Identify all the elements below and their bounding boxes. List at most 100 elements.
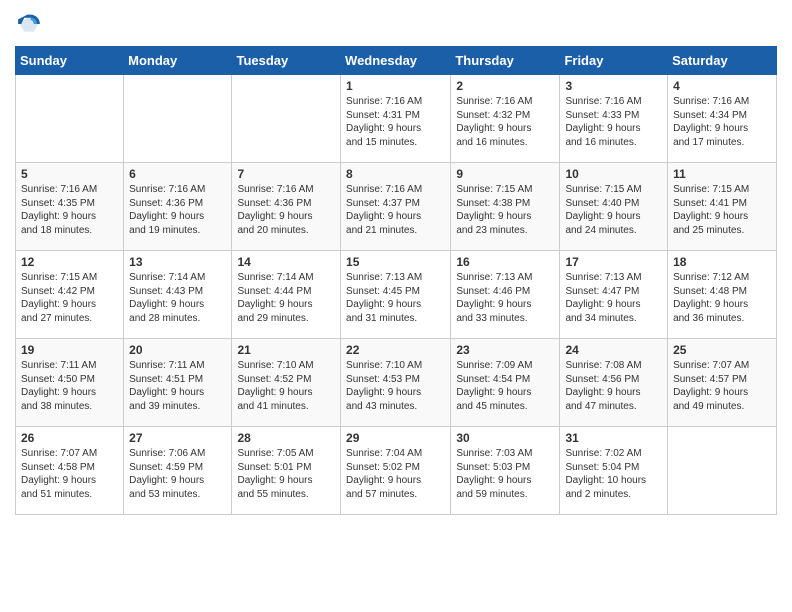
calendar-cell: 28 Sunrise: 7:05 AM Sunset: 5:01 PM Dayli…: [232, 427, 341, 515]
calendar-cell: 30 Sunrise: 7:03 AM Sunset: 5:03 PM Dayli…: [451, 427, 560, 515]
day-number: 2: [456, 79, 554, 93]
day-number: 13: [129, 255, 226, 269]
calendar-cell: 8Sunrise: 7:16 AM Sunset: 4:37 PM Daylig…: [341, 163, 451, 251]
day-number: 14: [237, 255, 335, 269]
day-number: 22: [346, 343, 445, 357]
day-number: 1: [346, 79, 445, 93]
weekday-header-row: SundayMondayTuesdayWednesdayThursdayFrid…: [16, 47, 777, 75]
day-number: 7: [237, 167, 335, 181]
day-info: Sunrise: 7:12 AM Sunset: 4:48 PM Dayligh…: [673, 271, 771, 325]
logo: [15, 10, 47, 38]
day-number: 29: [346, 431, 445, 445]
calendar-cell: 3Sunrise: 7:16 AM Sunset: 4:33 PM Daylig…: [560, 75, 668, 163]
day-number: 4: [673, 79, 771, 93]
day-info: Sunrise: 7:03 AM Sunset: 5:03 PM Dayligh…: [456, 447, 554, 501]
day-number: 19: [21, 343, 118, 357]
day-info: Sunrise: 7:05 AM Sunset: 5:01 PM Dayligh…: [237, 447, 335, 501]
day-number: 12: [21, 255, 118, 269]
day-number: 5: [21, 167, 118, 181]
calendar-cell: 20Sunrise: 7:11 AM Sunset: 4:51 PM Dayli…: [124, 339, 232, 427]
day-info: Sunrise: 7:16 AM Sunset: 4:31 PM Dayligh…: [346, 95, 445, 149]
calendar-cell: 6 Sunrise: 7:16 AM Sunset: 4:36 PM Daylig…: [124, 163, 232, 251]
calendar-week-row: 12 Sunrise: 7:15 AM Sunset: 4:42 PM Dayli…: [16, 251, 777, 339]
calendar-cell: [124, 75, 232, 163]
calendar-cell: [232, 75, 341, 163]
day-info: Sunrise: 7:16 AM Sunset: 4:32 PM Dayligh…: [456, 95, 554, 149]
day-info: Sunrise: 7:10 AM Sunset: 4:53 PM Dayligh…: [346, 359, 445, 413]
day-number: 11: [673, 167, 771, 181]
weekday-header-thursday: Thursday: [451, 47, 560, 75]
day-info: Sunrise: 7:13 AM Sunset: 4:46 PM Dayligh…: [456, 271, 554, 325]
day-number: 9: [456, 167, 554, 181]
calendar-cell: 10 Sunrise: 7:15 AM Sunset: 4:40 PM Dayli…: [560, 163, 668, 251]
weekday-header-wednesday: Wednesday: [341, 47, 451, 75]
day-info: Sunrise: 7:04 AM Sunset: 5:02 PM Dayligh…: [346, 447, 445, 501]
calendar-cell: 19 Sunrise: 7:11 AM Sunset: 4:50 PM Dayli…: [16, 339, 124, 427]
day-info: Sunrise: 7:16 AM Sunset: 4:36 PM Dayligh…: [237, 183, 335, 237]
calendar-cell: 11 Sunrise: 7:15 AM Sunset: 4:41 PM Dayli…: [668, 163, 777, 251]
calendar-cell: 24 Sunrise: 7:08 AM Sunset: 4:56 PM Dayli…: [560, 339, 668, 427]
day-info: Sunrise: 7:15 AM Sunset: 4:41 PM Dayligh…: [673, 183, 771, 237]
day-info: Sunrise: 7:14 AM Sunset: 4:43 PM Dayligh…: [129, 271, 226, 325]
logo-icon: [15, 10, 43, 38]
day-number: 18: [673, 255, 771, 269]
day-info: Sunrise: 7:15 AM Sunset: 4:38 PM Dayligh…: [456, 183, 554, 237]
calendar-cell: 31Sunrise: 7:02 AM Sunset: 5:04 PM Dayli…: [560, 427, 668, 515]
day-number: 20: [129, 343, 226, 357]
calendar-cell: 25 Sunrise: 7:07 AM Sunset: 4:57 PM Dayli…: [668, 339, 777, 427]
calendar-cell: 13 Sunrise: 7:14 AM Sunset: 4:43 PM Dayli…: [124, 251, 232, 339]
day-number: 16: [456, 255, 554, 269]
day-info: Sunrise: 7:10 AM Sunset: 4:52 PM Dayligh…: [237, 359, 335, 413]
day-info: Sunrise: 7:16 AM Sunset: 4:37 PM Dayligh…: [346, 183, 445, 237]
day-number: 31: [565, 431, 662, 445]
calendar-cell: 1 Sunrise: 7:16 AM Sunset: 4:31 PM Daylig…: [341, 75, 451, 163]
day-info: Sunrise: 7:08 AM Sunset: 4:56 PM Dayligh…: [565, 359, 662, 413]
day-number: 15: [346, 255, 445, 269]
day-info: Sunrise: 7:16 AM Sunset: 4:35 PM Dayligh…: [21, 183, 118, 237]
weekday-header-monday: Monday: [124, 47, 232, 75]
calendar-cell: [16, 75, 124, 163]
calendar-cell: 12 Sunrise: 7:15 AM Sunset: 4:42 PM Dayli…: [16, 251, 124, 339]
day-info: Sunrise: 7:11 AM Sunset: 4:50 PM Dayligh…: [21, 359, 118, 413]
page-header: [15, 10, 777, 38]
calendar-week-row: 5 Sunrise: 7:16 AM Sunset: 4:35 PM Daylig…: [16, 163, 777, 251]
day-info: Sunrise: 7:07 AM Sunset: 4:57 PM Dayligh…: [673, 359, 771, 413]
calendar-cell: 2 Sunrise: 7:16 AM Sunset: 4:32 PM Daylig…: [451, 75, 560, 163]
calendar-cell: 14 Sunrise: 7:14 AM Sunset: 4:44 PM Dayli…: [232, 251, 341, 339]
calendar-cell: 23Sunrise: 7:09 AM Sunset: 4:54 PM Dayli…: [451, 339, 560, 427]
day-number: 24: [565, 343, 662, 357]
day-info: Sunrise: 7:14 AM Sunset: 4:44 PM Dayligh…: [237, 271, 335, 325]
day-info: Sunrise: 7:16 AM Sunset: 4:34 PM Dayligh…: [673, 95, 771, 149]
day-number: 25: [673, 343, 771, 357]
day-info: Sunrise: 7:13 AM Sunset: 4:47 PM Dayligh…: [565, 271, 662, 325]
calendar-cell: [668, 427, 777, 515]
calendar-cell: 22 Sunrise: 7:10 AM Sunset: 4:53 PM Dayli…: [341, 339, 451, 427]
day-info: Sunrise: 7:15 AM Sunset: 4:42 PM Dayligh…: [21, 271, 118, 325]
day-number: 3: [565, 79, 662, 93]
day-number: 28: [237, 431, 335, 445]
day-info: Sunrise: 7:06 AM Sunset: 4:59 PM Dayligh…: [129, 447, 226, 501]
calendar-cell: 18 Sunrise: 7:12 AM Sunset: 4:48 PM Dayli…: [668, 251, 777, 339]
weekday-header-saturday: Saturday: [668, 47, 777, 75]
weekday-header-tuesday: Tuesday: [232, 47, 341, 75]
calendar-cell: 4 Sunrise: 7:16 AM Sunset: 4:34 PM Daylig…: [668, 75, 777, 163]
day-info: Sunrise: 7:15 AM Sunset: 4:40 PM Dayligh…: [565, 183, 662, 237]
weekday-header-sunday: Sunday: [16, 47, 124, 75]
calendar-cell: 16 Sunrise: 7:13 AM Sunset: 4:46 PM Dayli…: [451, 251, 560, 339]
calendar-cell: 17Sunrise: 7:13 AM Sunset: 4:47 PM Dayli…: [560, 251, 668, 339]
calendar-week-row: 1 Sunrise: 7:16 AM Sunset: 4:31 PM Daylig…: [16, 75, 777, 163]
day-number: 27: [129, 431, 226, 445]
calendar-cell: 5 Sunrise: 7:16 AM Sunset: 4:35 PM Daylig…: [16, 163, 124, 251]
calendar-week-row: 26Sunrise: 7:07 AM Sunset: 4:58 PM Dayli…: [16, 427, 777, 515]
calendar-table: SundayMondayTuesdayWednesdayThursdayFrid…: [15, 46, 777, 515]
day-info: Sunrise: 7:16 AM Sunset: 4:36 PM Dayligh…: [129, 183, 226, 237]
calendar-cell: 27 Sunrise: 7:06 AM Sunset: 4:59 PM Dayli…: [124, 427, 232, 515]
day-number: 6: [129, 167, 226, 181]
calendar-cell: 29 Sunrise: 7:04 AM Sunset: 5:02 PM Dayli…: [341, 427, 451, 515]
calendar-cell: 26Sunrise: 7:07 AM Sunset: 4:58 PM Dayli…: [16, 427, 124, 515]
day-number: 21: [237, 343, 335, 357]
calendar-cell: 15Sunrise: 7:13 AM Sunset: 4:45 PM Dayli…: [341, 251, 451, 339]
day-number: 30: [456, 431, 554, 445]
calendar-cell: 7 Sunrise: 7:16 AM Sunset: 4:36 PM Daylig…: [232, 163, 341, 251]
day-number: 10: [565, 167, 662, 181]
